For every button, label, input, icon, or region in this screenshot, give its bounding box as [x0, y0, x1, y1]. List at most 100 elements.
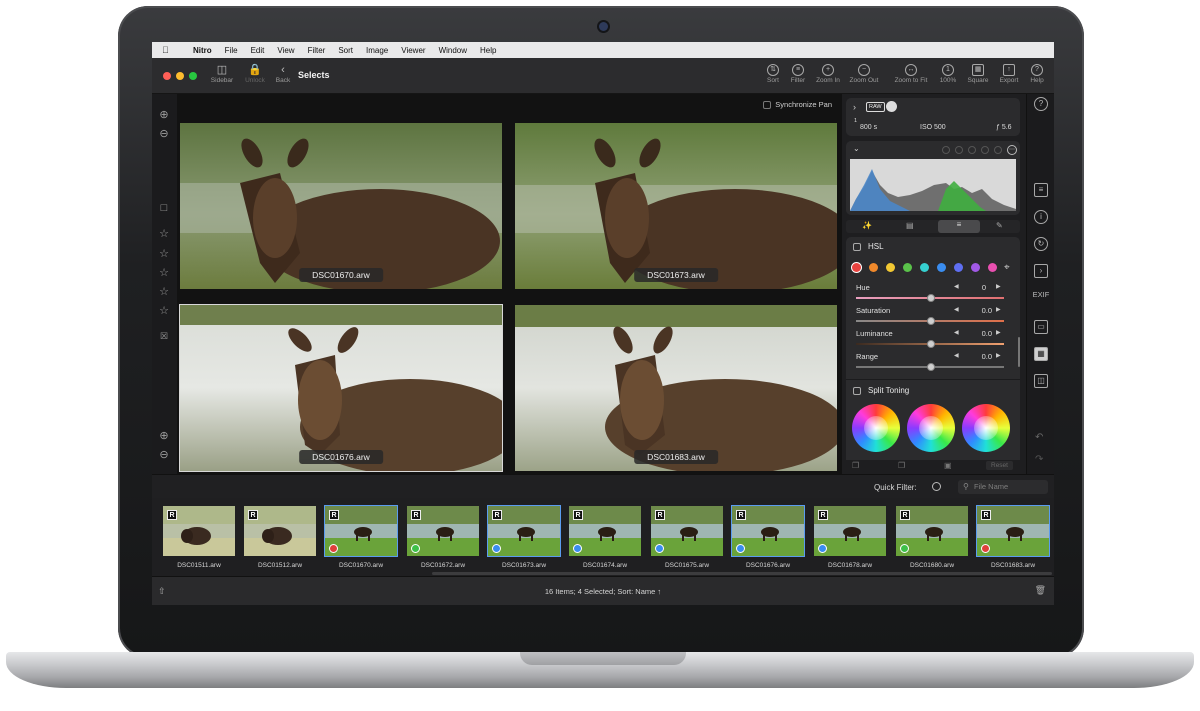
tab-info[interactable]: ▤	[906, 221, 914, 230]
filmstrip-thumbnail[interactable]: R DSC01674.arw	[566, 502, 644, 572]
inspector-scrollbar[interactable]	[1018, 337, 1020, 367]
channel-toggle-icon[interactable]	[981, 146, 989, 154]
star-icon[interactable]: ☆	[157, 267, 171, 279]
menu-filter[interactable]: Filter	[308, 46, 326, 55]
star-icon[interactable]: ☆	[157, 305, 171, 317]
undo-icon[interactable]: ↶	[1035, 432, 1043, 443]
increment-icon[interactable]: ▶	[996, 306, 1001, 313]
range-slider-thumb[interactable]	[927, 363, 935, 371]
channel-toggle-icon[interactable]	[955, 146, 963, 154]
swatch-blue[interactable]	[937, 263, 946, 272]
star-icon[interactable]: ☆	[157, 286, 171, 298]
target-picker-icon[interactable]: ⌖	[1004, 262, 1010, 273]
menu-viewer[interactable]: Viewer	[401, 46, 425, 55]
chevron-right-icon[interactable]: ›	[1034, 264, 1048, 278]
filmstrip-thumbnail[interactable]: R DSC01676.arw	[729, 502, 807, 572]
export-button[interactable]: ↑ Export	[996, 64, 1022, 84]
chevron-down-icon[interactable]: ⌄	[853, 144, 860, 153]
adjustments-icon[interactable]: ≡	[1034, 183, 1048, 197]
filmstrip-thumbnail[interactable]: R DSC01673.arw	[485, 502, 563, 572]
filmstrip-thumbnail[interactable]: R DSC01512.arw	[241, 502, 319, 572]
midtones-color-wheel[interactable]	[907, 404, 955, 452]
exif-label[interactable]: EXIF	[1030, 290, 1052, 299]
swatch-green[interactable]	[903, 263, 912, 272]
swatch-red[interactable]	[852, 263, 861, 272]
close-window-button[interactable]	[163, 72, 171, 80]
star-icon[interactable]: ☆	[157, 248, 171, 260]
photo-tile[interactable]: DSC01683.arw	[515, 305, 837, 471]
photo-tile[interactable]: DSC01673.arw	[515, 123, 837, 289]
zoom-100-button[interactable]: 1 100%	[935, 64, 961, 84]
zoom-out-icon[interactable]: ⊖	[157, 449, 171, 461]
tab-presets[interactable]: ✨	[862, 221, 872, 230]
split-toning-checkbox[interactable]	[853, 387, 861, 395]
zoom-out-button[interactable]: − Zoom Out	[846, 64, 882, 84]
filmstrip-thumbnail[interactable]: R DSC01678.arw	[811, 502, 889, 572]
saturation-slider-thumb[interactable]	[927, 317, 935, 325]
decrement-icon[interactable]: ◀	[954, 283, 959, 290]
hue-slider-thumb[interactable]	[927, 294, 935, 302]
more-options-icon[interactable]: ⋯	[1007, 145, 1017, 155]
channel-toggle-icon[interactable]	[994, 146, 1002, 154]
menu-edit[interactable]: Edit	[251, 46, 265, 55]
single-view-icon[interactable]: ▭	[1034, 320, 1048, 334]
paste-icon[interactable]: ❐	[898, 461, 905, 470]
tab-adjust-active[interactable]: ≡	[938, 220, 980, 233]
swatch-purple[interactable]	[971, 263, 980, 272]
info-icon[interactable]: i	[1034, 210, 1048, 224]
star-icon[interactable]: ☆	[157, 228, 171, 240]
swatch-orange[interactable]	[869, 263, 878, 272]
zoom-in-icon[interactable]: ⊕	[157, 430, 171, 442]
increment-icon[interactable]: ▶	[996, 352, 1001, 359]
zoom-in-icon[interactable]: ⊕	[157, 109, 171, 121]
comment-icon[interactable]: □	[157, 202, 171, 214]
apple-icon[interactable]: 	[162, 45, 174, 55]
sort-button[interactable]: ⇅ Sort	[762, 64, 784, 84]
zoom-out-icon[interactable]: ⊖	[157, 128, 171, 140]
reject-icon[interactable]: ☒	[157, 330, 171, 342]
highlights-color-wheel[interactable]	[962, 404, 1010, 452]
decrement-icon[interactable]: ◀	[954, 306, 959, 313]
menu-image[interactable]: Image	[366, 46, 388, 55]
decrement-icon[interactable]: ◀	[954, 352, 959, 359]
menu-file[interactable]: File	[225, 46, 238, 55]
file-name-search-input[interactable]: File Name	[958, 480, 1048, 494]
filmstrip-thumbnail[interactable]: R DSC01675.arw	[648, 502, 726, 572]
photo-tile[interactable]: DSC01670.arw	[180, 123, 502, 289]
compare-icon[interactable]: ▣	[944, 461, 952, 470]
luminance-value[interactable]: 0.0	[982, 329, 992, 338]
hsl-checkbox[interactable]	[853, 243, 861, 251]
filter-target-icon[interactable]	[932, 482, 941, 491]
increment-icon[interactable]: ▶	[996, 329, 1001, 336]
zoom-window-button[interactable]	[189, 72, 197, 80]
decrement-icon[interactable]: ◀	[954, 329, 959, 336]
back-button[interactable]: ‹ Back	[263, 64, 303, 84]
swatch-magenta[interactable]	[988, 263, 997, 272]
photo-tile-selected[interactable]: DSC01676.arw	[179, 304, 503, 472]
filmstrip-scrollbar[interactable]	[432, 572, 1052, 575]
minimize-window-button[interactable]	[176, 72, 184, 80]
zoom-in-button[interactable]: + Zoom In	[812, 64, 844, 84]
compare-view-icon[interactable]: ◫	[1034, 374, 1048, 388]
swatch-indigo[interactable]	[954, 263, 963, 272]
channel-toggle-icon[interactable]	[968, 146, 976, 154]
reset-button[interactable]: Reset	[986, 461, 1013, 470]
hue-value[interactable]: 0	[982, 283, 986, 292]
channel-toggle-icon[interactable]	[942, 146, 950, 154]
history-icon[interactable]: ↻	[1034, 237, 1048, 251]
chevron-right-icon[interactable]: ›	[853, 102, 856, 112]
filmstrip-thumbnail[interactable]: R DSC01672.arw	[404, 502, 482, 572]
saturation-value[interactable]: 0.0	[982, 306, 992, 315]
menu-view[interactable]: View	[277, 46, 294, 55]
menu-window[interactable]: Window	[439, 46, 467, 55]
zoom-to-fit-button[interactable]: ↔ Zoom to Fit	[890, 64, 932, 84]
synchronize-pan-toggle[interactable]: Synchronize Pan	[763, 100, 832, 109]
filmstrip-thumbnail[interactable]: R DSC01683.arw	[974, 502, 1052, 572]
filmstrip-thumbnail[interactable]: R DSC01511.arw	[160, 502, 238, 572]
menu-sort[interactable]: Sort	[338, 46, 353, 55]
shadows-color-wheel[interactable]	[852, 404, 900, 452]
grid-view-icon[interactable]: ▦	[1034, 347, 1048, 361]
luminance-slider-thumb[interactable]	[927, 340, 935, 348]
help-icon[interactable]: ?	[1034, 97, 1048, 111]
swatch-yellow[interactable]	[886, 263, 895, 272]
